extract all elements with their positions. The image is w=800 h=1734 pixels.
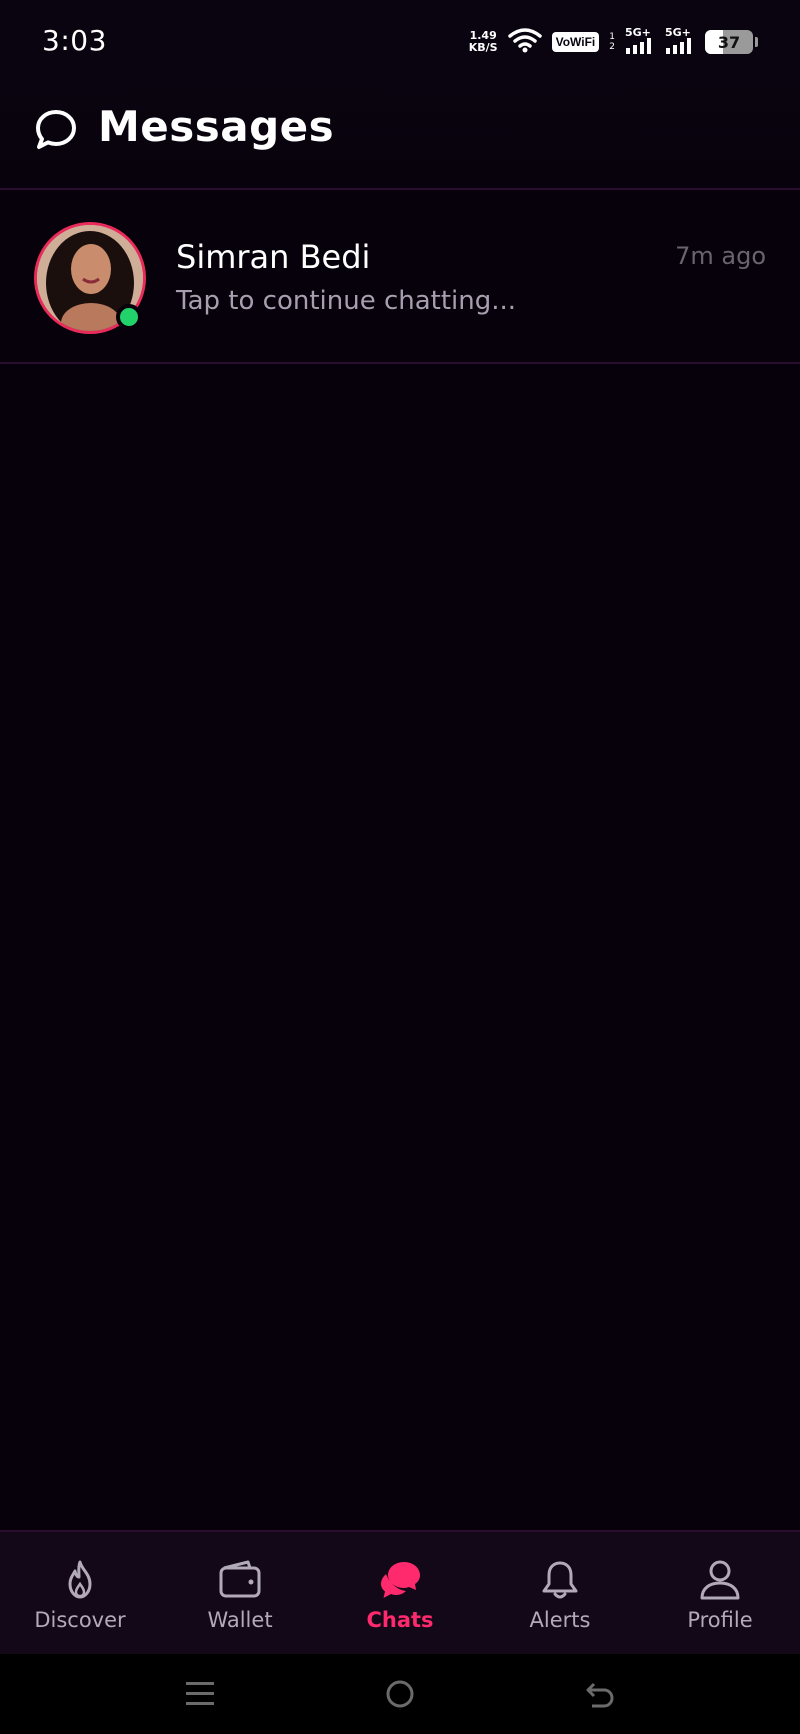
page-title: Messages [98,102,335,151]
status-bar: 3:03 1.49 KB/S VoWiFi 1 2 5G+ 5G+ 37 [0,0,800,80]
bell-icon [538,1558,582,1602]
sim-2-label: 2 [609,42,615,52]
messages-screen: 3:03 1.49 KB/S VoWiFi 1 2 5G+ 5G+ 37 Mes… [0,0,800,1734]
user-icon [698,1558,742,1602]
chats-icon [378,1558,422,1602]
signal-bars-icon [625,37,655,58]
status-icons: 1.49 KB/S VoWiFi 1 2 5G+ 5G+ 37 [469,24,758,60]
nav-item-chats[interactable]: Chats [320,1532,480,1654]
wifi-icon [507,27,542,57]
chat-message-preview: Tap to continue chatting... [176,286,517,316]
signal-2: 5G+ [665,27,695,58]
nav-item-wallet[interactable]: Wallet [160,1532,320,1654]
network-speed-unit: KB/S [468,41,498,54]
avatar-container [34,222,146,334]
nav-label-chats: Chats [366,1608,434,1632]
page-header: Messages [0,80,800,190]
battery-tip [755,37,758,47]
chat-bubble-icon [34,108,78,152]
nav-label-alerts: Alerts [529,1608,591,1632]
network-speed: 1.49 KB/S [469,30,498,54]
back-icon[interactable] [580,1674,620,1714]
battery-level: 37 [717,32,741,52]
vowifi-badge: VoWiFi [551,32,600,52]
chat-contact-name: Simran Bedi [176,238,371,276]
wallet-icon [218,1558,262,1602]
signal-bars-icon [665,37,695,58]
home-icon[interactable] [380,1674,420,1714]
nav-label-discover: Discover [34,1608,126,1632]
sim-1-label: 1 [609,32,615,42]
status-time: 3:03 [42,24,107,57]
chat-timestamp: 7m ago [675,242,766,270]
battery-icon: 37 [705,30,753,54]
online-status-indicator [116,304,142,330]
system-navigation-bar [0,1654,800,1734]
flame-icon [58,1558,102,1602]
signal-1: 5G+ [625,27,655,58]
nav-label-wallet: Wallet [207,1608,273,1632]
nav-label-profile: Profile [687,1608,753,1632]
nav-item-alerts[interactable]: Alerts [480,1532,640,1654]
chat-list-item[interactable]: Simran Bedi Tap to continue chatting... … [0,192,800,364]
signal-2-label: 5G+ [665,25,691,39]
menu-icon[interactable] [180,1674,220,1714]
nav-item-discover[interactable]: Discover [0,1532,160,1654]
nav-item-profile[interactable]: Profile [640,1532,800,1654]
sim-indicator: 1 2 [609,32,615,52]
bottom-navigation: Discover Wallet Chats Alerts Profile [0,1530,800,1654]
signal-1-label: 5G+ [625,25,651,39]
